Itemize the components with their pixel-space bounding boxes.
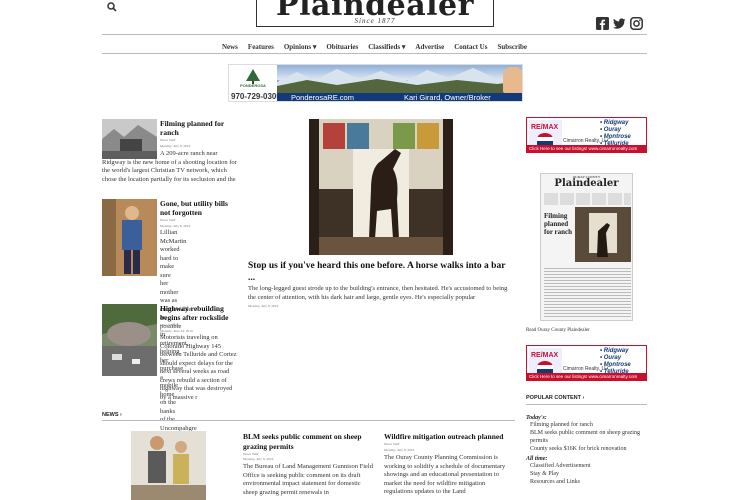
remax-logo: RE/MAX: [529, 348, 562, 374]
bottom-news-date: Monday, July 8, 2019: [243, 457, 274, 461]
story-date: Monday, July 8, 2019: [160, 144, 191, 148]
nav-rule: [102, 53, 647, 54]
nav-advertise[interactable]: Advertise: [415, 43, 444, 51]
bottom-news-author: News Staff: [384, 442, 400, 446]
nav-contact-us[interactable]: Contact Us: [454, 43, 487, 51]
story-body-text: Motorists traveling on Colorado Highway …: [160, 334, 237, 401]
news-rule: [102, 420, 515, 421]
banner-phone: 970-729-0300: [231, 92, 281, 101]
story-title[interactable]: Highway rebuilding begins after rockslid…: [160, 304, 240, 322]
story-body: Motorists traveling on Colorado Highway …: [102, 334, 238, 402]
story-title[interactable]: Filming planned for ranch: [160, 119, 240, 137]
nav-news[interactable]: News: [222, 43, 238, 51]
feature-title[interactable]: Stop us if you've heard this one before.…: [248, 260, 510, 284]
paper-headline: Filming planned for ranch: [544, 212, 573, 236]
popular-content: POPULAR CONTENT › Today's: Filming plann…: [526, 395, 647, 486]
story-author: News Staff: [160, 138, 176, 142]
story-title[interactable]: Gone, but utility bills not forgotten: [160, 199, 240, 217]
nav-opinions[interactable]: Opinions ▾: [284, 43, 317, 51]
popular-header[interactable]: POPULAR CONTENT ›: [526, 395, 647, 401]
popular-rule: [526, 404, 647, 405]
paper-columns: [544, 266, 631, 318]
remax-towns: • Ridgway • Ouray • Montrose • Telluride: [600, 348, 631, 376]
banner-agent: Kari Girard, Owner/Broker: [404, 93, 491, 102]
remax-logo: RE/MAX: [529, 120, 562, 146]
news-section-header[interactable]: NEWS ›: [102, 412, 122, 418]
story-author: Mike Wiggins: [160, 323, 180, 327]
feature-date: Monday, July 8, 2019: [248, 304, 279, 308]
nav-obituaries[interactable]: Obituaries: [326, 43, 358, 51]
remax-ad[interactable]: RE/MAX Cimarron Realty, LLC • Ridgway • …: [526, 117, 647, 153]
remax-brand: RE/MAX: [531, 124, 559, 131]
masthead-since: Since 1877: [354, 17, 396, 25]
main-nav: News Features Opinions ▾ Obituaries Clas…: [102, 36, 647, 52]
banner-url: PonderosaRE.com: [291, 93, 354, 102]
remax-cta: Click Here to see our listings! www.cima…: [527, 145, 646, 152]
remax-town: • Montrose: [600, 134, 631, 140]
facebook-icon[interactable]: [596, 17, 609, 30]
ponderosa-logo: PONDEROSA: [231, 67, 275, 89]
print-edition-cover[interactable]: OURAY COUNTY Plaindealer Filming planned…: [540, 173, 633, 321]
remax-town: • Ouray: [600, 355, 622, 361]
masthead-logo[interactable]: Plaindealer Since 1877: [256, 0, 494, 27]
banner-ad[interactable]: PONDEROSA 970-729-0300 PonderosaRE.com K…: [228, 64, 523, 102]
popular-item[interactable]: Stay & Play: [530, 470, 647, 478]
popular-item[interactable]: BLM seeks public comment on sheep grazin…: [530, 429, 647, 445]
remax-towns: • Ridgway • Ouray • Montrose • Telluride: [600, 120, 631, 148]
bottom-news-title[interactable]: Wildfire mitigation outreach planned: [384, 432, 514, 442]
nav-classifieds[interactable]: Classifieds ▾: [368, 43, 405, 51]
remax-town: • Ridgway: [600, 348, 629, 354]
header-rule: [102, 34, 647, 35]
popular-item[interactable]: Resources and Links: [530, 478, 647, 486]
remax-town: • Ouray: [600, 127, 622, 133]
bottom-news-body: The Ouray County Planning Commission is …: [384, 454, 506, 495]
popular-item[interactable]: Classified Advertisement: [530, 462, 647, 470]
mountain-photo: [277, 65, 522, 93]
remax-town: • Ridgway: [600, 120, 629, 126]
ponderosa-brand: PONDEROSA: [240, 83, 266, 88]
search-icon[interactable]: [106, 0, 118, 12]
remax-town: • Montrose: [600, 362, 631, 368]
story-body: A 209-acre ranch near Ridgway is the new…: [102, 150, 237, 183]
bottom-news-title[interactable]: BLM seeks public comment on sheep grazin…: [243, 432, 373, 451]
story-author: News Staff: [160, 218, 176, 222]
balloon-icon: [537, 133, 553, 145]
remax-cta: Click Here to see our listings! www.cima…: [527, 373, 646, 380]
paper-name: Plaindealer: [554, 178, 619, 189]
popular-item[interactable]: County seeks $16K for brick renovation: [530, 445, 647, 453]
balloon-icon: [537, 361, 553, 373]
agent-photo: [503, 67, 522, 93]
feature-body: The long-legged guest strode up to the b…: [248, 285, 508, 301]
paper-photo: [575, 207, 631, 262]
bottom-news-body: The Bureau of Land Management Gunnison F…: [243, 463, 373, 496]
popular-item[interactable]: Filming planned for ranch: [530, 421, 647, 429]
remax-ad[interactable]: RE/MAX Cimarron Realty, LLC • Ridgway • …: [526, 345, 647, 381]
instagram-icon[interactable]: [630, 17, 643, 30]
twitter-icon[interactable]: [613, 17, 626, 30]
bottom-news-thumb[interactable]: [131, 431, 206, 500]
nav-features[interactable]: Features: [248, 43, 274, 51]
feature-image[interactable]: [309, 119, 453, 255]
bottom-news-date: Monday, July 8, 2019: [384, 448, 415, 452]
remax-brand: RE/MAX: [531, 352, 559, 359]
paper-strip: [544, 193, 631, 205]
nav-subscribe[interactable]: Subscribe: [497, 43, 527, 51]
paper-caption[interactable]: Read Ouray County Plaindealer: [526, 328, 590, 333]
